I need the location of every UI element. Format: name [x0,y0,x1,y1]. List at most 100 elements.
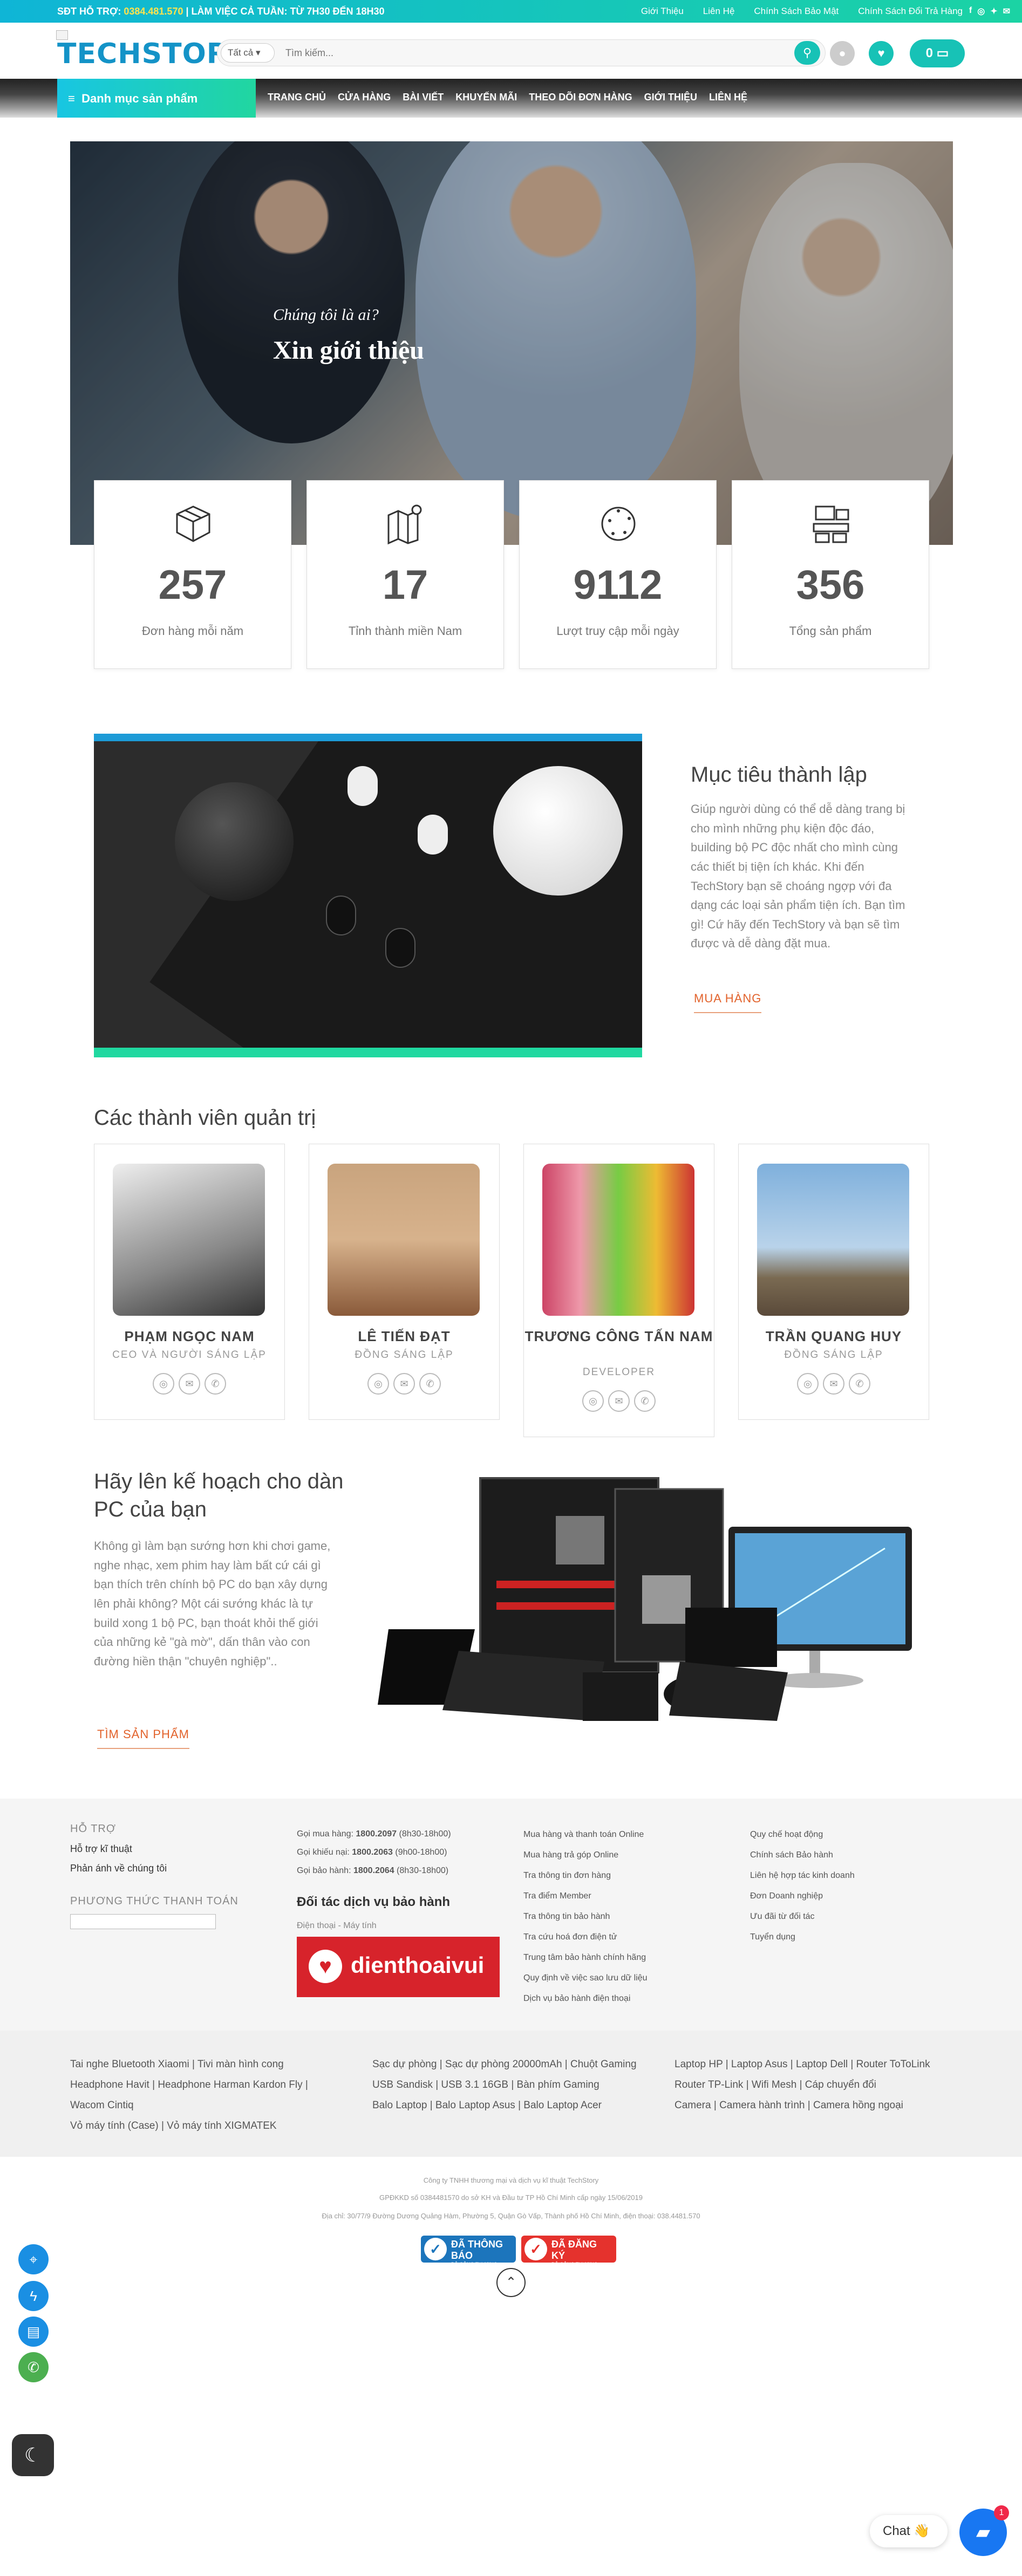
map-icon [387,504,422,545]
find-products-button[interactable]: TÌM SẢN PHẨM [97,1727,189,1749]
products-icon [813,505,849,543]
messenger-button[interactable]: ϟ [18,2281,49,2311]
team-title: Các thành viên quản trị [94,1106,316,1130]
member-name: LÊ TIẾN ĐẠT [358,1328,451,1344]
top-link-about[interactable]: Giới Thiệu [641,6,684,17]
cart-button[interactable]: 0 ▭ [910,39,965,67]
phone-icon[interactable]: ✆ [419,1373,441,1395]
dark-mode-toggle[interactable]: ☾ [12,2434,54,2476]
footer-link[interactable]: Tra điểm Member [523,1891,591,1901]
instagram-icon[interactable]: ◎ [153,1373,174,1395]
buy-button-label: MUA HÀNG [694,992,762,1005]
tag-line[interactable]: Camera | Camera hành trình | Camera hồng… [674,2100,903,2112]
instagram-icon[interactable]: ◎ [582,1390,604,1412]
account-button[interactable]: ● [830,41,855,66]
registered-badge[interactable]: ✓ ĐÃ ĐĂNG KÝ BỘ CÔNG THƯƠNG [521,2236,616,2267]
badge-title: ĐÃ ĐĂNG KÝ [551,2239,597,2261]
phone-icon[interactable]: ✆ [849,1373,870,1395]
tag-line[interactable]: Router TP-Link | Wifi Mesh | Cáp chuyển … [674,2079,876,2091]
instagram-icon[interactable]: ◎ [977,6,985,17]
stat-value: 17 [382,562,428,608]
email-icon[interactable]: ✉ [608,1390,630,1412]
category-menu-button[interactable]: ≡ Danh mục sản phẩm [57,79,256,118]
tag-line[interactable]: Sạc dự phòng | Sạc dự phòng 20000mAh | C… [372,2059,637,2071]
support-link[interactable]: Phản ánh về chúng tôi [70,1863,239,1873]
top-link-returns[interactable]: Chính Sách Đổi Trả Hàng [858,6,963,17]
nav-item-track-order[interactable]: THEO DÕI ĐƠN HÀNG [529,92,632,103]
email-icon[interactable]: ✉ [823,1373,844,1395]
tag-line[interactable]: Headphone Havit | Headphone Harman Kardo… [70,2079,308,2091]
zalo-button[interactable]: ▤ [18,2317,49,2347]
user-icon: ● [839,46,846,60]
instagram-icon[interactable]: ◎ [797,1373,819,1395]
nav-item-about[interactable]: GIỚI THIỆU [644,92,697,103]
footer-link[interactable]: Tra thông tin bảo hành [523,1912,610,1922]
support-link[interactable]: Hỗ trợ kĩ thuật [70,1844,239,1854]
phone-number[interactable]: 1800.2063 [352,1848,393,1857]
nav-item-blog[interactable]: BÀI VIẾT [403,92,444,103]
member-social: ◎ ✉ ✆ [94,1373,284,1395]
footer-link[interactable]: Dịch vụ bảo hành điện thoại [523,1994,630,2004]
footer-link[interactable]: Liên hệ hợp tác kinh doanh [750,1871,855,1881]
tag-line[interactable]: Laptop HP | Laptop Asus | Laptop Dell | … [674,2059,930,2071]
footer-phones: Gọi mua hàng: 1800.2097 (8h30-18h00) Gọi… [297,1830,500,1997]
tag-line[interactable]: Tai nghe Bluetooth Xiaomi | Tivi màn hìn… [70,2059,284,2071]
member-social: ◎ ✉ ✆ [309,1373,499,1395]
phone-icon[interactable]: ✆ [634,1390,656,1412]
plan-text: Không gì làm bạn sướng hơn khi chơi game… [94,1539,331,1668]
footer-link[interactable]: Đơn Doanh nghiệp [750,1891,823,1901]
tag-line[interactable]: Balo Laptop | Balo Laptop Asus | Balo La… [372,2100,602,2112]
stat-label: Đơn hàng mỗi năm [141,624,244,638]
phone-number[interactable]: 1800.2064 [353,1866,394,1875]
search-button[interactable]: ⚲ [794,41,820,65]
nav-item-shop[interactable]: CỬA HÀNG [338,92,391,103]
moon-icon: ☾ [24,2444,42,2466]
footer-link[interactable]: Mua hàng và thanh toán Online [523,1830,644,1840]
hotline-phone[interactable]: 0384.481.570 [124,6,183,17]
facebook-icon[interactable]: f [969,6,972,17]
nav-items: TRANG CHỦ CỬA HÀNG BÀI VIẾT KHUYẾN MÃI T… [268,92,747,103]
top-link-contact[interactable]: Liên Hệ [703,6,735,17]
instagram-icon[interactable]: ◎ [367,1373,389,1395]
email-icon[interactable]: ✉ [1003,6,1010,17]
footer-link[interactable]: Tra thông tin đơn hàng [523,1871,611,1881]
chat-label-bubble[interactable]: Chat 👋 [870,2515,948,2547]
stat-card: 9112 Lượt truy cập mỗi ngày [519,480,717,669]
footer-link[interactable]: Tuyển dụng [750,1932,795,1942]
tag-line[interactable]: Vỏ máy tính (Case) | Vỏ máy tính XIGMATE… [70,2120,277,2132]
partner-logo[interactable]: ♥ dienthoaivui [297,1937,500,1997]
phone-number[interactable]: 1800.2097 [356,1829,397,1839]
footer-link[interactable]: Quy định về việc sao lưu dữ liệu [523,1973,648,1983]
footer-link[interactable]: Ưu đãi từ đối tác [750,1912,815,1922]
nav-item-contact[interactable]: LIÊN HỆ [709,92,747,103]
site-logo[interactable]: TECHSTORY [56,30,248,70]
wishlist-button[interactable]: ♥ [869,41,894,66]
top-link-privacy[interactable]: Chính Sách Bảo Mật [754,6,839,17]
tag-line[interactable]: Wacom Cintiq [70,2100,134,2112]
footer-link[interactable]: Trung tâm bảo hành chính hãng [523,1953,646,1963]
member-photo [113,1164,265,1316]
location-button[interactable]: ⌖ [18,2244,49,2274]
call-button[interactable]: ✆ [18,2352,49,2382]
footer-link[interactable]: Chính sách Bảo hành [750,1850,833,1860]
notified-badge[interactable]: ✓ ĐÃ THÔNG BÁO BỘ CÔNG THƯƠNG [421,2236,516,2267]
top-links: Giới Thiệu Liên Hệ Chính Sách Bảo Mật Ch… [641,6,963,17]
nav-item-home[interactable]: TRANG CHỦ [268,92,326,103]
search-category-select[interactable]: Tất cả ▾ [221,43,275,63]
footer-link[interactable]: Quy chế hoạt động [750,1830,823,1840]
back-to-top-button[interactable]: ⌃ [496,2268,526,2297]
nav-item-promo[interactable]: KHUYẾN MÃI [455,92,517,103]
buy-button[interactable]: MUA HÀNG [694,992,762,1013]
chevron-down-icon: ▾ [255,47,261,58]
footer-link[interactable]: Tra cứu hoá đơn điện tử [523,1932,617,1942]
phone-icon[interactable]: ✆ [205,1373,226,1395]
email-icon[interactable]: ✉ [393,1373,415,1395]
tag-line[interactable]: USB Sandisk | USB 3.1 16GB | Bàn phím Ga… [372,2079,599,2091]
twitter-icon[interactable]: ✦ [990,6,997,17]
search-input[interactable] [283,44,769,62]
email-icon[interactable]: ✉ [179,1373,200,1395]
check-icon: ✓ [524,2238,547,2260]
copyright-line: GPĐKKD số 0384481570 do sở KH và Đầu tư … [379,2194,643,2202]
footer-link[interactable]: Mua hàng trả góp Online [523,1850,618,1860]
badge-subtitle: BỘ CÔNG THƯƠNG [551,2261,598,2267]
